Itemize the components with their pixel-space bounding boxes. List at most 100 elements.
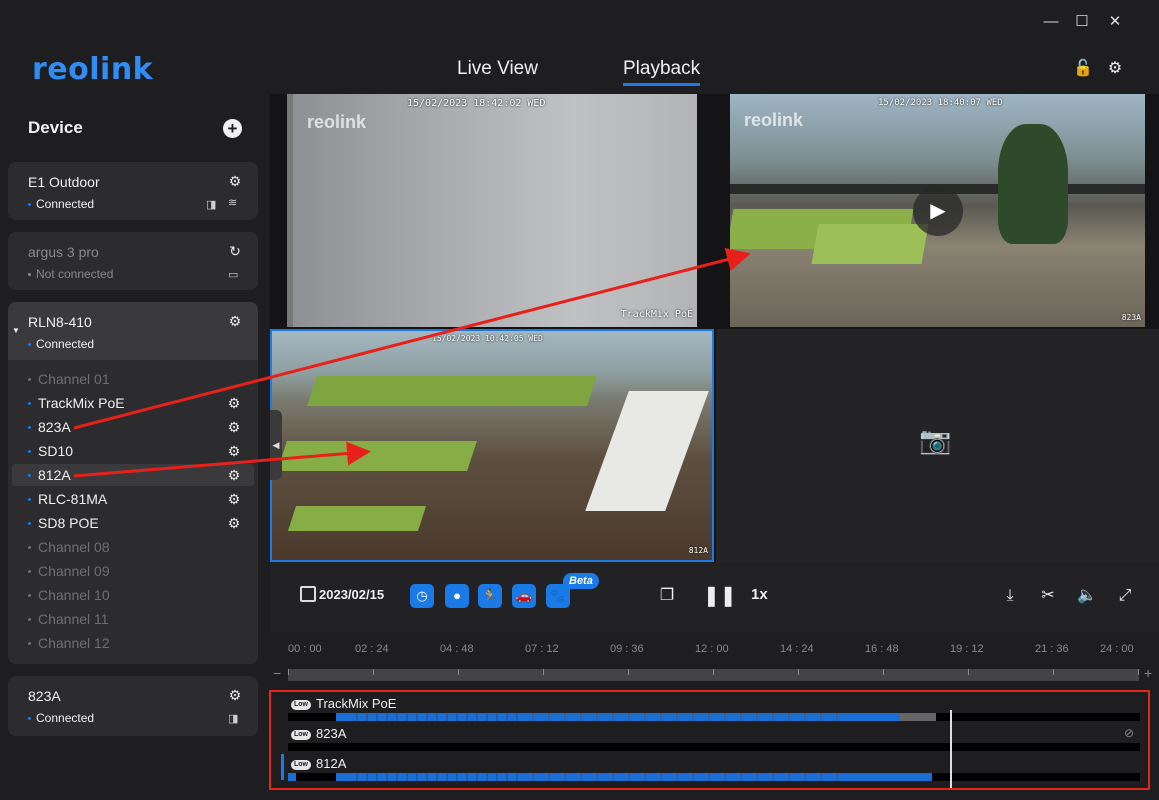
playback-controls: 2023/02/15 ◷ ● 🏃 🚗 🐾 Beta ❐ ❚❚ 1x ⤓ ✂ 🔈 … [270, 562, 1159, 632]
video-watermark: reolink [744, 110, 804, 130]
camera-icon: ◨ [228, 713, 239, 725]
gear-icon[interactable]: ⚙ [227, 396, 241, 410]
channel-item[interactable]: Channel 11 [12, 608, 254, 630]
download-icon[interactable]: ⤓ [1000, 586, 1020, 606]
maximize-button[interactable]: ☐ [1072, 12, 1092, 32]
video-cell-empty[interactable]: 📷 [716, 329, 1159, 562]
zoom-in-button[interactable]: + [1144, 665, 1152, 681]
channel-item[interactable]: 823A ⚙ [12, 416, 254, 438]
collapse-arrow-icon[interactable]: ▼ [12, 326, 20, 335]
channel-item[interactable]: Channel 09 [12, 560, 254, 582]
sidebar-title: Device [28, 118, 83, 137]
add-device-icon[interactable]: + [223, 119, 242, 138]
video-timestamp: 15/02/2023 18:40:07 WED [878, 98, 1003, 108]
gear-icon[interactable]: ⚙ [227, 516, 241, 530]
fullscreen-icon[interactable]: ⤢ [1115, 586, 1135, 606]
gear-icon[interactable]: ⚙ [228, 314, 242, 328]
white-desk [585, 391, 709, 511]
clock-filter-icon[interactable]: ◷ [410, 584, 434, 608]
channel-item[interactable]: Channel 12 [12, 632, 254, 654]
gear-icon[interactable]: ⚙ [228, 688, 242, 702]
tab-playback[interactable]: Playback [623, 58, 701, 86]
nvr-header[interactable] [8, 302, 258, 360]
camera-icon: ◨ [206, 199, 217, 211]
track-bar-trackmix[interactable] [288, 713, 1140, 721]
video-label: 812A [688, 546, 708, 555]
minimize-button[interactable]: — [1041, 12, 1061, 32]
video-grid: 15/02/2023 18:42:02 WED reolink TrackMix… [270, 94, 1159, 562]
video-label: TrackMix PoE [620, 309, 693, 320]
multi-screen-icon[interactable]: ❐ [657, 586, 677, 606]
battery-icon: ▭ [228, 269, 239, 281]
tick-label: 04 : 48 [440, 643, 474, 655]
playback-cursor[interactable] [950, 710, 952, 788]
video-cell-812a-selected[interactable]: 15/02/2023 10:42:05 WED 812A [270, 329, 714, 562]
gear-icon[interactable]: ⚙ [227, 492, 241, 506]
video-cell-trackmix[interactable]: 15/02/2023 18:42:02 WED reolink TrackMix… [287, 94, 697, 327]
channel-item[interactable]: SD8 POE ⚙ [12, 512, 254, 534]
gear-icon[interactable]: ⚙ [227, 468, 241, 482]
calendar-icon[interactable] [300, 586, 316, 602]
timeline-scale: 00 : 00 02 : 24 04 : 48 07 : 12 09 : 36 … [270, 632, 1159, 688]
channel-item[interactable]: Channel 10 [12, 584, 254, 606]
tab-live-view[interactable]: Live View [457, 58, 538, 80]
device-card-823a[interactable]: 823A Connected ⚙ ◨ [8, 676, 258, 736]
quality-badge: Low [291, 730, 311, 740]
tick-label: 19 : 12 [950, 643, 984, 655]
video-watermark: reolink [307, 112, 367, 132]
channel-item[interactable]: SD10 ⚙ [12, 440, 254, 462]
settings-gear-icon[interactable]: ⚙ [1106, 60, 1124, 78]
device-name: RLN8-410 [28, 314, 92, 330]
add-camera-icon[interactable]: 📷 [919, 425, 951, 456]
channel-item-selected[interactable]: 812A ⚙ [12, 464, 254, 486]
device-sidebar: Device + E1 Outdoor Connected ⚙ ◨ ≋ argu… [0, 94, 268, 800]
tick-label: 00 : 00 [288, 643, 322, 655]
timeline-zoom-bar[interactable] [288, 669, 1139, 681]
track-name: 823A [316, 726, 347, 741]
close-button[interactable]: ✕ [1105, 12, 1125, 32]
device-status: Connected [28, 711, 94, 725]
wifi-icon: ≋ [228, 197, 238, 209]
no-record-icon: ⊘ [1124, 726, 1135, 740]
quality-badge: Low [291, 760, 311, 770]
tick-label: 07 : 12 [525, 643, 559, 655]
channel-item[interactable]: TrackMix PoE ⚙ [12, 392, 254, 414]
date-selector[interactable]: 2023/02/15 [319, 587, 384, 602]
volume-icon[interactable]: 🔈 [1077, 586, 1097, 606]
gear-icon[interactable]: ⚙ [227, 420, 241, 434]
reolink-logo: reolink [32, 52, 154, 87]
device-card-e1-outdoor[interactable]: E1 Outdoor Connected ⚙ ◨ ≋ [8, 162, 258, 220]
channel-item[interactable]: Channel 01 [12, 368, 254, 390]
tick-label: 24 : 00 [1100, 643, 1134, 655]
vehicle-filter-icon[interactable]: 🚗 [512, 584, 536, 608]
motion-filter-icon[interactable]: ● [445, 584, 469, 608]
refresh-icon[interactable]: ↻ [228, 244, 242, 258]
playback-speed[interactable]: 1x [751, 586, 768, 603]
tick-label: 16 : 48 [865, 643, 899, 655]
zoom-out-button[interactable]: − [273, 665, 281, 681]
recording-tracks: Low TrackMix PoE Low 823A ⊘ Low 812A [269, 690, 1150, 790]
clip-scissors-icon[interactable]: ✂ [1038, 586, 1058, 606]
selected-track-marker [281, 754, 284, 780]
tick-label: 14 : 24 [780, 643, 814, 655]
person-filter-icon[interactable]: 🏃 [478, 584, 502, 608]
lock-icon[interactable]: 🔓 [1073, 60, 1093, 78]
video-cell-823a[interactable]: 15/02/2023 18:40:07 WED reolink ▶ 823A [730, 94, 1145, 327]
channel-item[interactable]: Channel 08 [12, 536, 254, 558]
device-card-argus-3-pro[interactable]: argus 3 pro Not connected ↻ ▭ [8, 232, 258, 290]
collapse-sidebar-handle[interactable]: ◀ [270, 410, 282, 480]
gear-icon[interactable]: ⚙ [227, 444, 241, 458]
channel-item[interactable]: RLC-81MA ⚙ [12, 488, 254, 510]
play-button[interactable]: ▶ [913, 186, 963, 236]
plant [998, 124, 1068, 244]
video-timestamp: 15/02/2023 10:42:05 WED [432, 334, 543, 343]
device-name: 823A [28, 688, 61, 704]
beta-badge: Beta [563, 573, 599, 589]
device-status: Connected [28, 197, 94, 211]
track-bar-823a[interactable] [288, 743, 1140, 751]
track-name: 812A [316, 756, 347, 771]
track-bar-812a[interactable] [288, 773, 1140, 781]
gear-icon[interactable]: ⚙ [228, 174, 242, 188]
pause-icon[interactable]: ❚❚ [703, 586, 737, 606]
device-status: Not connected [28, 267, 113, 281]
